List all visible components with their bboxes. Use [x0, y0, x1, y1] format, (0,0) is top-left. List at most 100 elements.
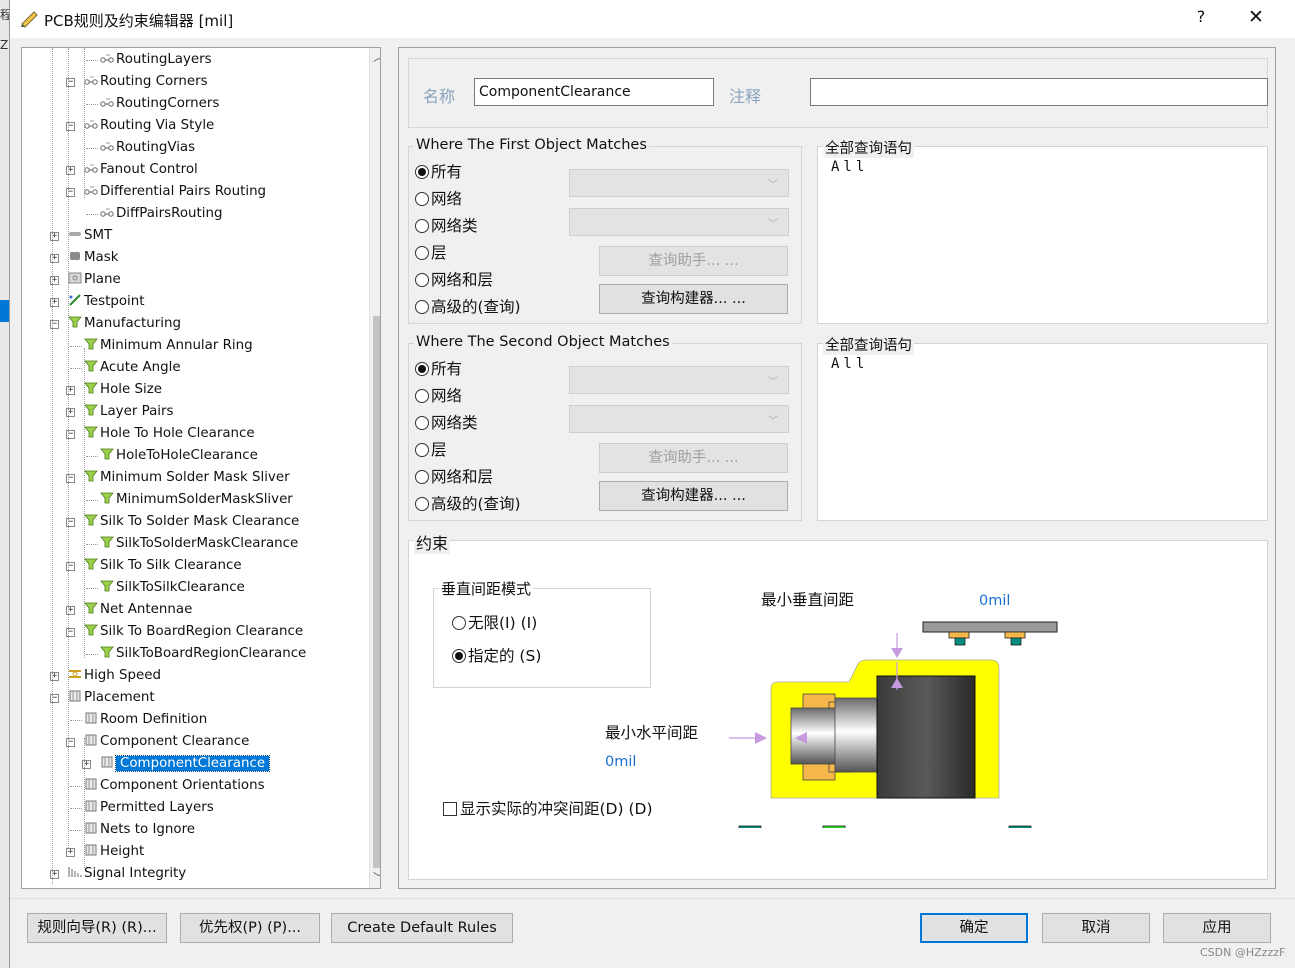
apply-button[interactable]: 应用 — [1163, 913, 1271, 943]
second_match-option[interactable]: 网络和层 — [415, 466, 493, 488]
tree-item[interactable]: Fanout Control — [84, 160, 198, 180]
tree-item[interactable]: Height — [84, 842, 144, 862]
tree-item[interactable]: Acute Angle — [84, 358, 181, 378]
second-query-builder-button[interactable]: 查询构建器... ... — [599, 481, 788, 511]
tree-item[interactable]: MinimumSolderMaskSliver — [100, 490, 293, 510]
tree-item[interactable]: Minimum Annular Ring — [84, 336, 253, 356]
first_match-option[interactable]: 网络类 — [415, 215, 478, 237]
rule-icon — [100, 51, 114, 63]
help-icon[interactable]: ? — [1188, 7, 1214, 31]
radio-specified[interactable]: 指定的 (S) — [452, 645, 541, 667]
tree-item[interactable]: Net Antennae — [84, 600, 192, 620]
first_match-option[interactable]: 高级的(查询) — [415, 296, 521, 318]
radio-button[interactable] — [415, 443, 429, 457]
scroll-down-icon[interactable]: ﹀ — [370, 868, 380, 888]
radio-button[interactable] — [415, 273, 429, 287]
radio-button[interactable] — [415, 246, 429, 260]
radio-button[interactable] — [415, 192, 429, 206]
tree-connector — [86, 544, 98, 545]
tree-item[interactable]: Differential Pairs Routing — [84, 182, 266, 202]
priorities-button[interactable]: 优先权(P) (P)... — [180, 913, 320, 943]
rules-tree[interactable]: RoutingLayers − Routing Corners RoutingCorn… — [21, 47, 381, 889]
radio-button[interactable] — [415, 497, 429, 511]
second_match-option[interactable]: 层 — [415, 439, 447, 461]
scroll-up-icon[interactable]: ︿ — [370, 48, 380, 68]
tree-item[interactable]: Placement — [68, 688, 155, 708]
second-query-helper-button[interactable]: 查询助手... ... — [599, 443, 788, 473]
rule-comment-input[interactable] — [810, 78, 1268, 106]
first_match-option[interactable]: 所有 — [415, 161, 462, 183]
radio-label: 网络类 — [431, 217, 478, 235]
radio-button[interactable] — [415, 300, 429, 314]
first-query-builder-button[interactable]: 查询构建器... ... — [599, 284, 788, 314]
tree-item-label: Differential Pairs Routing — [100, 184, 267, 199]
second_match-option[interactable]: 网络类 — [415, 412, 478, 434]
tree-item[interactable]: Mask — [68, 248, 119, 268]
tree-item[interactable]: Room Definition — [84, 710, 207, 730]
tree-item[interactable]: Manufacturing — [68, 314, 181, 334]
tree-item[interactable]: RoutingLayers — [100, 50, 212, 70]
app-icon — [21, 11, 38, 28]
tree-item[interactable]: Component Clearance — [84, 732, 249, 752]
scrollbar-thumb[interactable] — [373, 316, 380, 868]
first_match-option[interactable]: 网络 — [415, 188, 462, 210]
min-horizontal-value[interactable]: 0mil — [605, 754, 636, 770]
tree-item[interactable]: Routing Corners — [84, 72, 208, 92]
create-default-rules-button[interactable]: Create Default Rules — [331, 913, 513, 943]
tree-item[interactable]: Testpoint — [68, 292, 145, 312]
radio-specified-indicator[interactable] — [452, 649, 466, 663]
tree-item[interactable]: SilkToSilkClearance — [100, 578, 245, 598]
tree-item[interactable]: Routing Via Style — [84, 116, 214, 136]
first-query-helper-button[interactable]: 查询助手... ... — [599, 246, 788, 276]
tree-item-label: Acute Angle — [100, 360, 181, 375]
rule-wizard-button[interactable]: 规则向导(R) (R)... — [27, 913, 167, 943]
tree-item[interactable]: Silk To Silk Clearance — [84, 556, 242, 576]
radio-button[interactable] — [415, 470, 429, 484]
show-actual-checkbox[interactable] — [443, 802, 457, 816]
tree-item[interactable]: Signal Integrity — [68, 864, 186, 884]
tree-item[interactable]: Hole To Hole Clearance — [84, 424, 255, 444]
show-actual-checkbox-row[interactable]: 显示实际的冲突间距(D) (D) — [443, 798, 653, 820]
min-vertical-value[interactable]: 0mil — [979, 593, 1010, 609]
radio-button[interactable] — [415, 389, 429, 403]
tree-item[interactable]: SilkToSolderMaskClearance — [100, 534, 298, 554]
tree-item[interactable]: SMT — [68, 226, 112, 246]
tree-item[interactable]: RoutingCorners — [100, 94, 219, 114]
second_match-option[interactable]: 网络 — [415, 385, 462, 407]
cancel-button[interactable]: 取消 — [1042, 913, 1150, 943]
radio-button[interactable] — [415, 416, 429, 430]
radio-infinite-indicator[interactable] — [452, 616, 466, 630]
first_match-option[interactable]: 层 — [415, 242, 447, 264]
close-icon[interactable]: ✕ — [1243, 6, 1269, 30]
tree-item[interactable]: Permitted Layers — [84, 798, 214, 818]
tree-item[interactable]: Component Orientations — [84, 776, 265, 796]
second_match-option[interactable]: 所有 — [415, 358, 462, 380]
tree-item[interactable]: Silk To BoardRegion Clearance — [84, 622, 303, 642]
tree-item[interactable]: Plane — [68, 270, 121, 290]
tree-item[interactable]: ComponentClearance — [100, 754, 271, 774]
title-bar[interactable]: PCB规则及约束编辑器 [mil] ? ✕ — [10, 0, 1295, 38]
second_match-option[interactable]: 高级的(查询) — [415, 493, 521, 515]
second-full-query-box[interactable] — [817, 343, 1268, 521]
plus-icon[interactable]: + — [66, 848, 75, 857]
tree-item[interactable]: Nets to Ignore — [84, 820, 195, 840]
first_match-option[interactable]: 网络和层 — [415, 269, 493, 291]
tree-item[interactable]: Layer Pairs — [84, 402, 173, 422]
radio-button[interactable] — [415, 219, 429, 233]
tree-item[interactable]: HoleToHoleClearance — [100, 446, 258, 466]
radio-button[interactable] — [415, 362, 429, 376]
tree-item[interactable]: DiffPairsRouting — [100, 204, 222, 224]
rule-name-input[interactable]: ComponentClearance — [474, 78, 714, 106]
tree-item[interactable]: Silk To Solder Mask Clearance — [84, 512, 299, 532]
tree-item[interactable]: RoutingVias — [100, 138, 195, 158]
tree-item[interactable]: SilkToBoardRegionClearance — [100, 644, 306, 664]
tree-item[interactable]: Hole Size — [84, 380, 162, 400]
tree-connector — [86, 214, 98, 215]
tree-scrollbar[interactable]: ︿﹀ — [369, 48, 380, 888]
first-full-query-box[interactable] — [817, 146, 1268, 324]
radio-infinite[interactable]: 无限(I) (I) — [452, 612, 537, 634]
tree-item[interactable]: High Speed — [68, 666, 161, 686]
tree-item[interactable]: Minimum Solder Mask Sliver — [84, 468, 290, 488]
radio-button[interactable] — [415, 165, 429, 179]
ok-button[interactable]: 确定 — [920, 913, 1028, 943]
